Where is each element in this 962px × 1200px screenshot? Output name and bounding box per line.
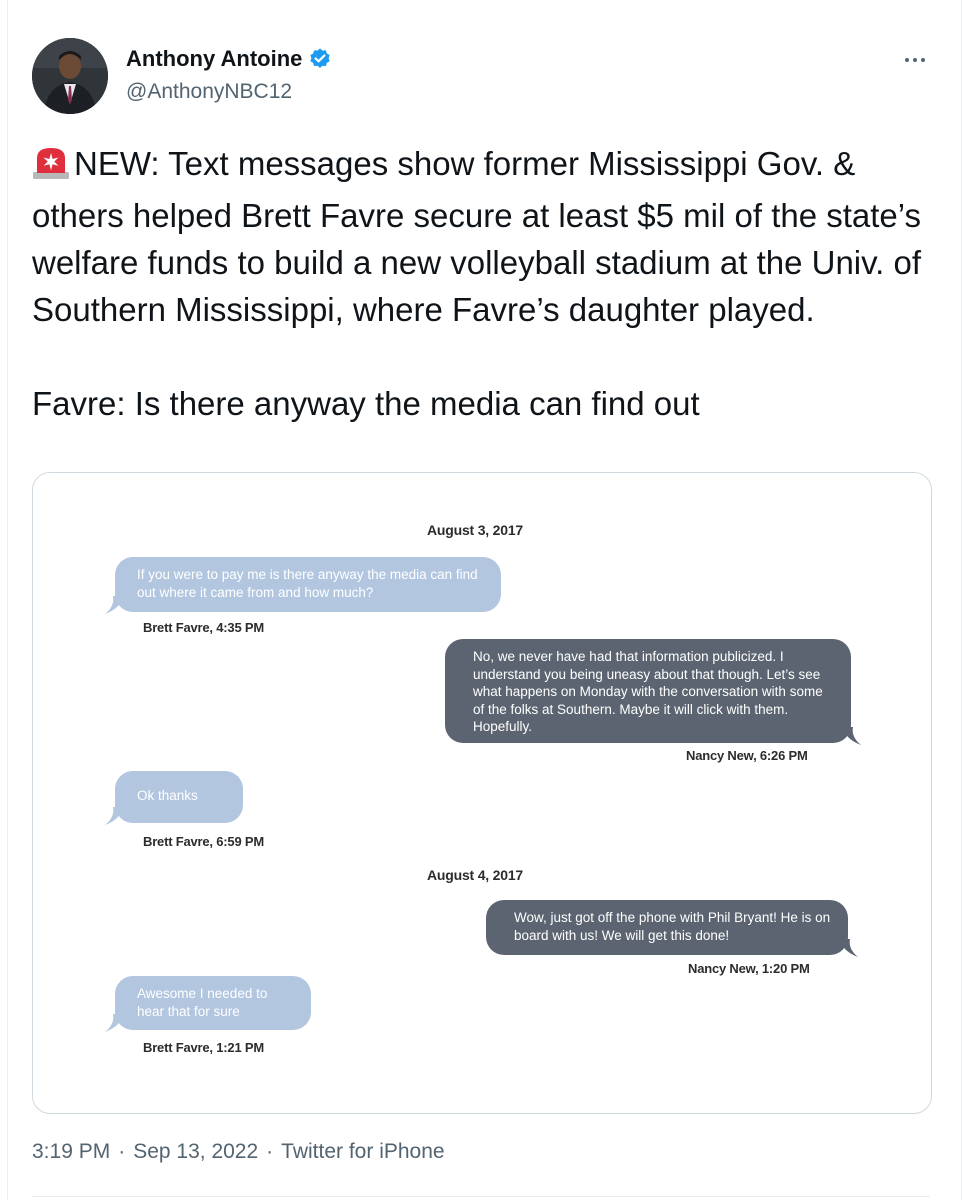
more-options-icon[interactable] xyxy=(900,50,930,70)
message-text: No, we never have had that information p… xyxy=(473,649,823,734)
bubble-tail-icon xyxy=(843,727,861,745)
message-date: August 4, 2017 xyxy=(427,867,524,883)
message-date: August 3, 2017 xyxy=(427,522,524,538)
message-text: Wow, just got off the phone with Phil Br… xyxy=(514,910,831,943)
verified-badge-icon xyxy=(308,47,332,71)
avatar[interactable] xyxy=(32,38,108,114)
message-sender: Brett Favre, 4:35 PM xyxy=(143,620,264,635)
frame-edge-left xyxy=(7,0,8,1200)
tweet-source[interactable]: Twitter for iPhone xyxy=(281,1140,444,1164)
tweet-text: NEW: Text messages show former Mississip… xyxy=(32,140,932,427)
tweet-body: NEW: Text messages show former Mississip… xyxy=(32,145,922,422)
tweet-header: Anthony Antoine @AnthonyNBC12 xyxy=(32,38,930,114)
message-sender: Brett Favre, 1:21 PM xyxy=(143,1040,264,1055)
bubble-tail-icon xyxy=(105,596,123,614)
divider xyxy=(32,1196,930,1197)
message-sender: Nancy New, 6:26 PM xyxy=(686,748,808,763)
author-handle[interactable]: @AnthonyNBC12 xyxy=(126,80,292,104)
message-bubble-incoming: Awesome I needed to hear that for sure xyxy=(105,976,311,1032)
siren-emoji-icon xyxy=(32,145,70,192)
tweet-time[interactable]: 3:19 PM xyxy=(32,1140,110,1164)
message-bubble-outgoing: No, we never have had that information p… xyxy=(445,639,861,745)
separator-dot: · xyxy=(266,1140,274,1163)
message-text: Ok thanks xyxy=(137,788,198,803)
message-sender: Nancy New, 1:20 PM xyxy=(688,961,810,976)
message-bubble-incoming: If you were to pay me is there anyway th… xyxy=(105,557,501,614)
bubble-tail-icon xyxy=(840,939,858,957)
message-text: Awesome I needed to hear that for sure xyxy=(137,986,268,1019)
tweet-media-image[interactable]: August 3, 2017 If you were to pay me is … xyxy=(32,472,932,1114)
bubble-tail-icon xyxy=(105,1014,123,1032)
author-name[interactable]: Anthony Antoine xyxy=(126,46,302,72)
message-bubble-outgoing: Wow, just got off the phone with Phil Br… xyxy=(486,900,858,957)
message-bubble-incoming: Ok thanks xyxy=(105,771,243,825)
bubble-tail-icon xyxy=(105,807,123,825)
message-sender: Brett Favre, 6:59 PM xyxy=(143,834,264,849)
tweet-metadata: 3:19 PM · Sep 13, 2022 · Twitter for iPh… xyxy=(32,1140,445,1164)
message-text: If you were to pay me is there anyway th… xyxy=(137,567,478,600)
separator-dot: · xyxy=(118,1140,126,1163)
tweet-date[interactable]: Sep 13, 2022 xyxy=(133,1140,258,1164)
